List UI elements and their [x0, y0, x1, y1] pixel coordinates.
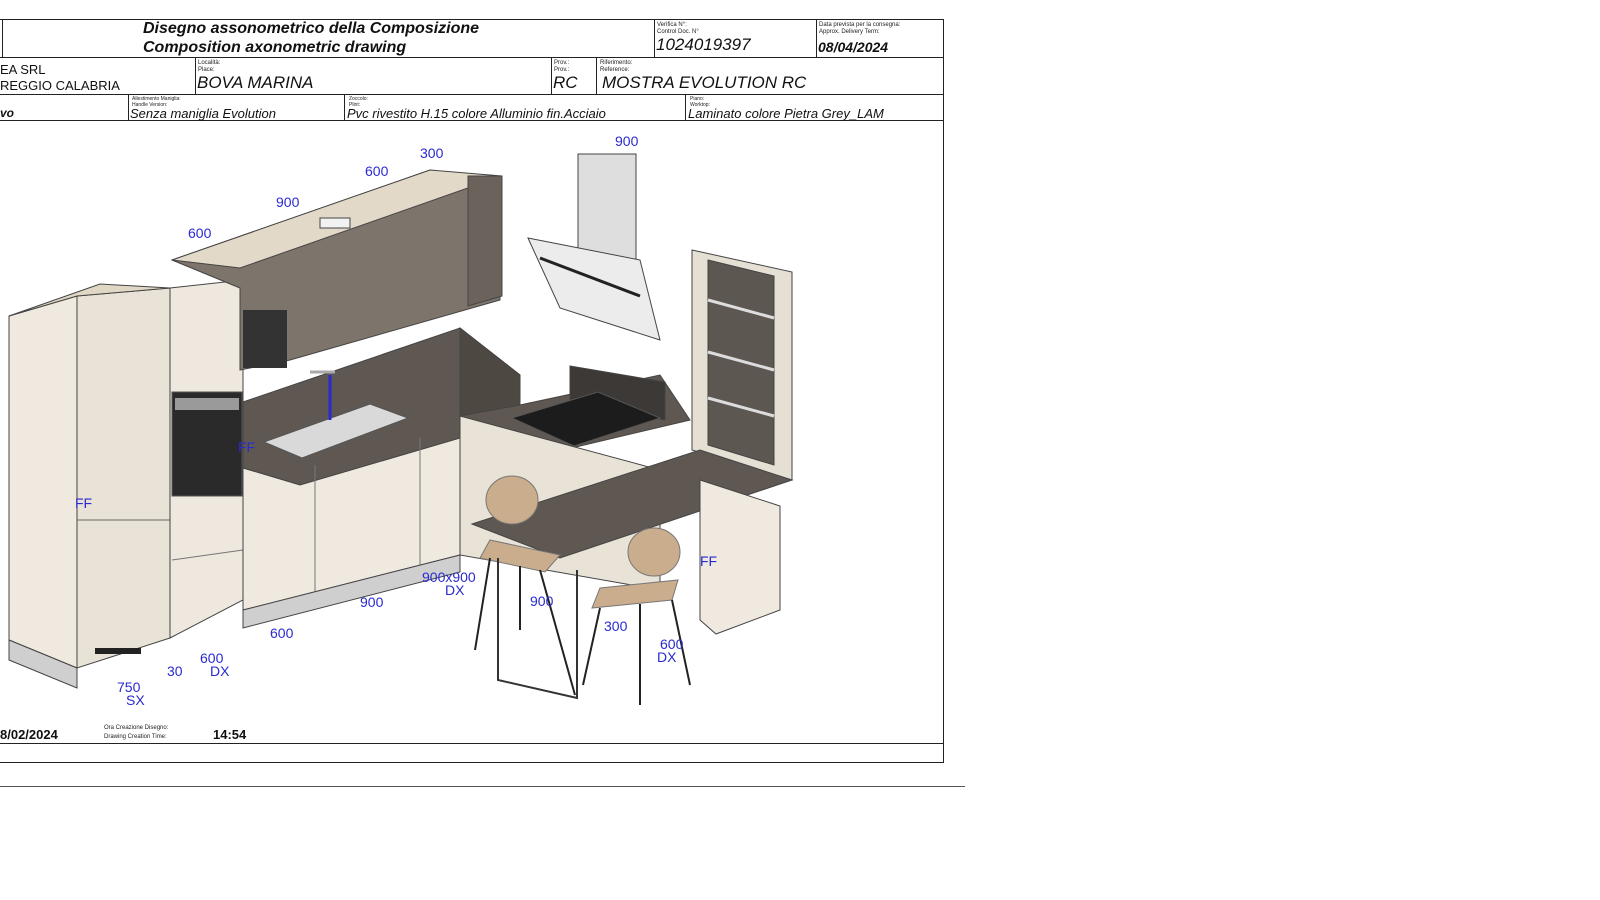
dimension-label: 900 — [360, 594, 384, 610]
header-divider — [2, 19, 3, 57]
header-divider — [344, 94, 345, 120]
customer-city: REGGIO CALABRIA — [0, 78, 120, 93]
header-divider — [654, 19, 655, 57]
dimension-label: DX — [210, 663, 230, 679]
dimension-label: SX — [126, 692, 145, 708]
header-divider — [596, 57, 597, 94]
delivery-label-it: Data prevista per la consegna: — [819, 22, 901, 28]
place-value: BOVA MARINA — [197, 73, 314, 92]
dimension-label: 600 — [270, 625, 294, 641]
microwave — [243, 310, 287, 368]
time-label-it: Ora Creazione Disegno: — [104, 725, 169, 731]
footer-rule — [0, 743, 943, 744]
prov-label-it: Prov.: — [554, 60, 570, 66]
header-divider — [128, 94, 129, 120]
header-divider — [195, 57, 196, 94]
drawing-time: 14:54 — [213, 727, 247, 742]
delivery-label-en: Approx. Delivery Term: — [819, 29, 880, 35]
hood-chimney — [577, 153, 637, 263]
customer-name: EA SRL — [0, 62, 46, 77]
dimension-label: DX — [657, 649, 677, 665]
header-divider — [551, 57, 552, 94]
fridge-column-front — [76, 287, 171, 669]
stool-leg — [582, 607, 601, 686]
hood-handle — [319, 217, 351, 229]
fridge-column-side — [8, 295, 78, 669]
title-italian: Disegno assonometrico della Composizione — [143, 20, 480, 37]
header-rule-1 — [0, 57, 943, 58]
worktop-value: Laminato colore Pietra Grey_LAM — [688, 106, 884, 121]
prov-value: RC — [553, 73, 578, 92]
handle-value: Senza maniglia Evolution — [130, 106, 276, 121]
dimension-label: 900 — [615, 133, 639, 149]
header-rule-2 — [0, 94, 943, 95]
dimension-label: 600 — [365, 163, 389, 179]
stool-back — [627, 527, 681, 577]
dimension-label: 600 — [188, 225, 212, 241]
open-shelf-unit — [467, 175, 503, 307]
reference-label-it: Riferimento: — [600, 60, 633, 66]
plinth-value: Pvc rivestito H.15 colore Alluminio fin.… — [347, 106, 606, 121]
dimension-label: 300 — [420, 145, 444, 161]
stool-leg — [474, 557, 491, 651]
kitchen-axonometric-drawing: 300 600 900 600 900 FF FF FF 900x900 DX … — [8, 133, 794, 708]
control-label-it: Verifica N°: — [657, 22, 687, 28]
stool-leg — [539, 569, 576, 696]
dimension-label: FF — [238, 439, 255, 455]
time-label-en: Drawing Creation Time: — [104, 734, 167, 740]
dimension-label: 30 — [167, 663, 183, 679]
hood-canopy — [527, 237, 661, 341]
reference-value: MOSTRA EVOLUTION RC — [602, 73, 807, 92]
stool-back — [485, 475, 539, 525]
dimension-label: 300 — [604, 618, 628, 634]
model-name: vo — [0, 106, 15, 120]
dimension-label: FF — [75, 495, 92, 511]
table-leg-frame — [497, 558, 578, 700]
drawing-date: 8/02/2024 — [0, 727, 58, 742]
dimension-label: FF — [700, 553, 717, 569]
dimension-label: 900 — [530, 593, 554, 609]
header-divider — [685, 94, 686, 120]
backsplash — [459, 326, 521, 417]
control-number: 1024019397 — [656, 35, 751, 54]
plinth-vent — [95, 648, 141, 654]
place-label-it: Località: — [198, 60, 221, 66]
delivery-date: 08/04/2024 — [818, 39, 889, 55]
stool-seat — [591, 579, 679, 609]
title-english: Composition axonometric drawing — [143, 39, 407, 56]
dimension-label: DX — [445, 582, 465, 598]
page-bottom-rule — [0, 786, 965, 787]
dimension-label: 900 — [276, 194, 300, 210]
header-divider — [816, 19, 817, 57]
oven-panel — [175, 398, 239, 410]
